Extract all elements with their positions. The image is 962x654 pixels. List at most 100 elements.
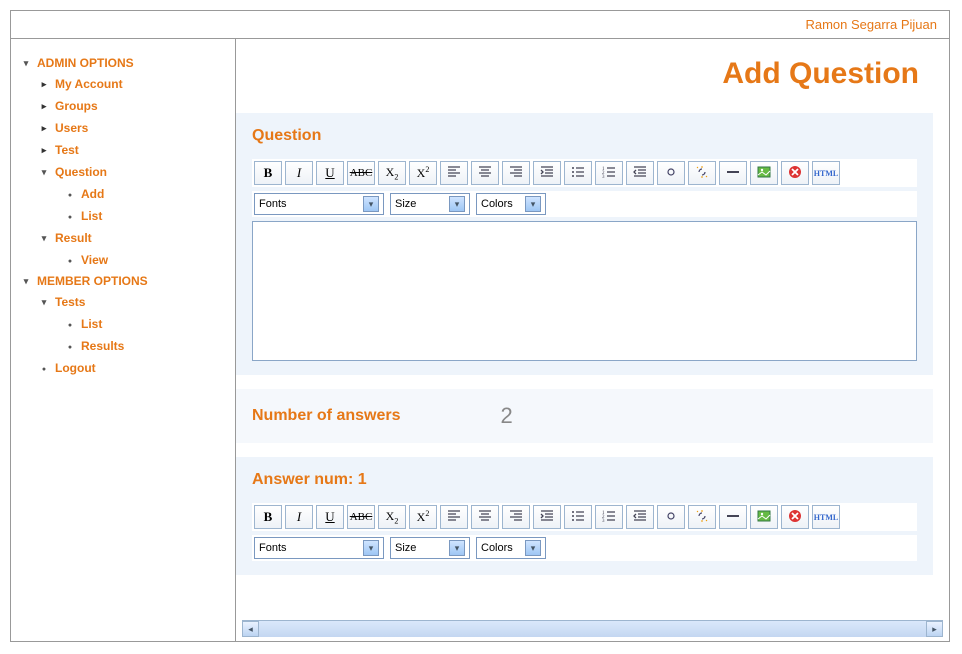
strikethrough-button[interactable]: ABC (347, 505, 375, 529)
answer-panel: Answer num: 1 BIUABCX2X2123HTML Fonts▾ S… (236, 457, 933, 575)
bold-button[interactable]: B (254, 505, 282, 529)
outdent-button[interactable] (626, 161, 654, 185)
align-right-button[interactable] (502, 505, 530, 529)
subscript-icon: X2 (386, 165, 399, 181)
sidebar-item-question[interactable]: Question (21, 161, 225, 183)
strikethrough-button[interactable]: ABC (347, 161, 375, 185)
link-button[interactable] (657, 161, 685, 185)
align-right-icon (509, 165, 523, 182)
bullet-icon (39, 233, 49, 244)
sidebar-item-label: Result (55, 231, 92, 245)
size-select-label: Size (395, 542, 416, 554)
align-right-button[interactable] (502, 161, 530, 185)
scroll-track[interactable] (259, 621, 926, 637)
indent-button[interactable] (533, 161, 561, 185)
underline-button[interactable]: U (316, 505, 344, 529)
list-number-button[interactable]: 123 (595, 505, 623, 529)
horizontal-scrollbar[interactable]: ◂ ▸ (242, 620, 943, 637)
sidebar-item-test[interactable]: Test (21, 139, 225, 161)
answers-value: 2 (500, 403, 512, 429)
nav-section-header[interactable]: ADMIN OPTIONS (21, 53, 225, 73)
link-button[interactable] (657, 505, 685, 529)
bullet-icon (39, 167, 49, 178)
align-left-button[interactable] (440, 505, 468, 529)
bullet-icon (39, 145, 49, 156)
question-editor[interactable] (252, 221, 917, 361)
italic-button[interactable]: I (285, 505, 313, 529)
italic-icon: I (297, 509, 301, 525)
sidebar-item-groups[interactable]: Groups (21, 95, 225, 117)
html-icon: HTML (814, 167, 838, 179)
content-body[interactable]: Question BIUABCX2X2123HTML Fonts▾ Size▾ … (236, 107, 949, 620)
fonts-select-label: Fonts (259, 198, 287, 210)
underline-button[interactable]: U (316, 161, 344, 185)
colors-select[interactable]: Colors▾ (476, 193, 546, 215)
bullet-icon (65, 211, 75, 221)
sidebar-subitem-add[interactable]: Add (21, 183, 225, 205)
strikethrough-icon: ABC (350, 167, 373, 179)
chevron-down-icon (21, 58, 31, 69)
user-name: Ramon Segarra Pijuan (11, 11, 949, 39)
hr-button[interactable] (719, 505, 747, 529)
list-number-icon: 123 (602, 165, 616, 182)
sidebar-item-label: Question (55, 165, 107, 179)
nav-section-title: ADMIN OPTIONS (37, 56, 134, 70)
image-button[interactable] (750, 161, 778, 185)
nav-section-title: MEMBER OPTIONS (37, 274, 148, 288)
svg-text:3: 3 (602, 175, 605, 179)
size-select[interactable]: Size▾ (390, 537, 470, 559)
page-title: Add Question (236, 39, 949, 107)
list-number-button[interactable]: 123 (595, 161, 623, 185)
content-scroll: Question BIUABCX2X2123HTML Fonts▾ Size▾ … (236, 107, 949, 620)
list-bullet-button[interactable] (564, 505, 592, 529)
size-select[interactable]: Size▾ (390, 193, 470, 215)
italic-button[interactable]: I (285, 161, 313, 185)
list-number-icon: 123 (602, 509, 616, 526)
sidebar-item-my-account[interactable]: My Account (21, 73, 225, 95)
bold-icon: B (264, 165, 273, 181)
sidebar-subitem-list[interactable]: List (21, 313, 225, 335)
indent-button[interactable] (533, 505, 561, 529)
sidebar-item-users[interactable]: Users (21, 117, 225, 139)
sidebar-subitem-view[interactable]: View (21, 249, 225, 271)
bold-button[interactable]: B (254, 161, 282, 185)
subscript-button[interactable]: X2 (378, 161, 406, 185)
sidebar-subitem-list[interactable]: List (21, 205, 225, 227)
align-center-button[interactable] (471, 161, 499, 185)
fonts-select-label: Fonts (259, 542, 287, 554)
bullet-icon (65, 255, 75, 265)
remove-button[interactable] (781, 161, 809, 185)
sidebar-item-tests[interactable]: Tests (21, 291, 225, 313)
fonts-select[interactable]: Fonts▾ (254, 537, 384, 559)
answers-label: Number of answers (252, 407, 400, 425)
list-bullet-button[interactable] (564, 161, 592, 185)
subscript-button[interactable]: X2 (378, 505, 406, 529)
hr-button[interactable] (719, 161, 747, 185)
chevron-down-icon: ▾ (363, 196, 379, 212)
image-icon (757, 509, 771, 526)
superscript-button[interactable]: X2 (409, 161, 437, 185)
sidebar-item-label: Results (81, 339, 124, 353)
scroll-left-arrow-icon[interactable]: ◂ (242, 621, 259, 637)
fonts-select[interactable]: Fonts ▾ (254, 193, 384, 215)
align-left-button[interactable] (440, 161, 468, 185)
nav-section-header[interactable]: MEMBER OPTIONS (21, 271, 225, 291)
html-button[interactable]: HTML (812, 505, 840, 529)
sidebar-subitem-results[interactable]: Results (21, 335, 225, 357)
scroll-right-arrow-icon[interactable]: ▸ (926, 621, 943, 637)
remove-button[interactable] (781, 505, 809, 529)
unlink-button[interactable] (688, 505, 716, 529)
image-button[interactable] (750, 505, 778, 529)
sidebar: ADMIN OPTIONS My AccountGroupsUsersTest Qu… (11, 39, 236, 641)
remove-icon (788, 509, 802, 526)
sidebar-item-result[interactable]: Result (21, 227, 225, 249)
colors-select[interactable]: Colors▾ (476, 537, 546, 559)
align-center-button[interactable] (471, 505, 499, 529)
sidebar-item-logout[interactable]: Logout (21, 357, 225, 379)
html-button[interactable]: HTML (812, 161, 840, 185)
link-icon (664, 509, 678, 526)
superscript-button[interactable]: X2 (409, 505, 437, 529)
unlink-button[interactable] (688, 161, 716, 185)
svg-text:3: 3 (602, 519, 605, 523)
outdent-button[interactable] (626, 505, 654, 529)
